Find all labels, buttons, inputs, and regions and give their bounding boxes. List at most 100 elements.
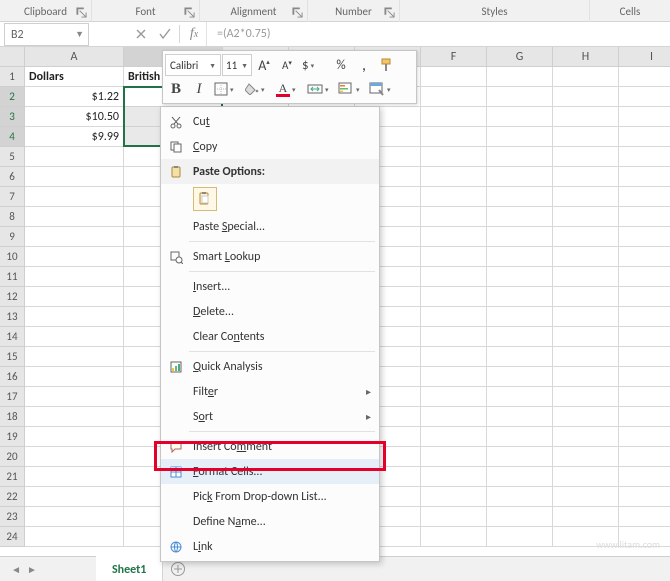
cell-A20[interactable]: [25, 447, 124, 467]
row-header[interactable]: 3: [0, 107, 25, 127]
dialog-launcher-icon[interactable]: [384, 7, 397, 20]
dialog-launcher-icon[interactable]: [292, 7, 305, 20]
row-header[interactable]: 4: [0, 127, 25, 147]
cell-H6[interactable]: [553, 167, 619, 187]
cell-A21[interactable]: [25, 467, 124, 487]
cell-H18[interactable]: [553, 407, 619, 427]
cell-H1[interactable]: [553, 67, 619, 87]
cell-I6[interactable]: [619, 167, 670, 187]
row-header[interactable]: 22: [0, 487, 25, 507]
cell-A18[interactable]: [25, 407, 124, 427]
cell-H3[interactable]: [553, 107, 619, 127]
cell-G15[interactable]: [487, 347, 553, 367]
cancel-formula-button[interactable]: [129, 22, 153, 46]
cell-G6[interactable]: [487, 167, 553, 187]
accounting-format-button[interactable]: $▾: [299, 54, 329, 76]
cell-A1[interactable]: Dollars: [25, 67, 124, 87]
row-header[interactable]: 21: [0, 467, 25, 487]
cell-H13[interactable]: [553, 307, 619, 327]
menu-item-format-cells[interactable]: Format Cells...: [161, 459, 379, 484]
font-color-button[interactable]: A ▾: [273, 78, 303, 100]
cell-F14[interactable]: [421, 327, 487, 347]
cell-F13[interactable]: [421, 307, 487, 327]
cell-F19[interactable]: [421, 427, 487, 447]
menu-item-link[interactable]: Link: [161, 534, 379, 559]
cell-A10[interactable]: [25, 247, 124, 267]
cell-A6[interactable]: [25, 167, 124, 187]
menu-item-insert-comment[interactable]: Insert Comment: [161, 434, 379, 459]
cell-I22[interactable]: [619, 487, 670, 507]
percent-format-button[interactable]: %: [330, 54, 352, 76]
cell-I19[interactable]: [619, 427, 670, 447]
cell-F11[interactable]: [421, 267, 487, 287]
row-header[interactable]: 24: [0, 527, 25, 547]
cell-G23[interactable]: [487, 507, 553, 527]
cell-A23[interactable]: [25, 507, 124, 527]
cell-F10[interactable]: [421, 247, 487, 267]
cell-I16[interactable]: [619, 367, 670, 387]
cell-G7[interactable]: [487, 187, 553, 207]
cell-A19[interactable]: [25, 427, 124, 447]
cell-A13[interactable]: [25, 307, 124, 327]
cell-I12[interactable]: [619, 287, 670, 307]
cell-A3[interactable]: $10.50: [25, 107, 124, 127]
cell-A12[interactable]: [25, 287, 124, 307]
cell-F6[interactable]: [421, 167, 487, 187]
cell-I1[interactable]: [619, 67, 670, 87]
cell-A24[interactable]: [25, 527, 124, 547]
italic-button[interactable]: I: [188, 78, 210, 100]
cell-G16[interactable]: [487, 367, 553, 387]
cell-I7[interactable]: [619, 187, 670, 207]
cell-I9[interactable]: [619, 227, 670, 247]
cell-G13[interactable]: [487, 307, 553, 327]
increase-font-button[interactable]: A▴: [253, 54, 275, 76]
cell-I18[interactable]: [619, 407, 670, 427]
cell-I3[interactable]: [619, 107, 670, 127]
cell-A16[interactable]: [25, 367, 124, 387]
cell-H21[interactable]: [553, 467, 619, 487]
cell-H5[interactable]: [553, 147, 619, 167]
conditional-formatting-button[interactable]: ▾: [335, 78, 365, 100]
bold-button[interactable]: B: [165, 78, 187, 100]
new-sheet-button[interactable]: [163, 561, 193, 577]
decrease-font-button[interactable]: A▾: [276, 54, 298, 76]
sheet-tab-active[interactable]: Sheet1: [96, 556, 163, 581]
row-header[interactable]: 6: [0, 167, 25, 187]
cell-H14[interactable]: [553, 327, 619, 347]
row-header[interactable]: 18: [0, 407, 25, 427]
row-header[interactable]: 14: [0, 327, 25, 347]
format-painter-button[interactable]: [376, 54, 398, 76]
cell-F1[interactable]: [421, 67, 487, 87]
comma-format-button[interactable]: ,: [353, 54, 375, 76]
row-header[interactable]: 20: [0, 447, 25, 467]
chevron-down-icon[interactable]: ▼: [75, 29, 84, 40]
row-header[interactable]: 5: [0, 147, 25, 167]
column-header[interactable]: F: [421, 47, 487, 67]
menu-item-clear-contents[interactable]: Clear Contents: [161, 324, 379, 349]
cell-G8[interactable]: [487, 207, 553, 227]
column-header[interactable]: H: [553, 47, 619, 67]
cell-G22[interactable]: [487, 487, 553, 507]
cell-F9[interactable]: [421, 227, 487, 247]
row-header[interactable]: 23: [0, 507, 25, 527]
cell-H7[interactable]: [553, 187, 619, 207]
menu-item-copy[interactable]: Copy: [161, 134, 379, 159]
insert-function-button[interactable]: fx: [182, 22, 206, 46]
cell-A9[interactable]: [25, 227, 124, 247]
menu-item-insert[interactable]: Insert...: [161, 274, 379, 299]
cell-H19[interactable]: [553, 427, 619, 447]
name-box[interactable]: B2 ▼: [4, 23, 89, 46]
paste-option-default[interactable]: [193, 187, 217, 211]
font-name-combo[interactable]: Calibri ▼: [165, 54, 221, 76]
cell-H4[interactable]: [553, 127, 619, 147]
row-header[interactable]: 7: [0, 187, 25, 207]
cell-F22[interactable]: [421, 487, 487, 507]
formula-bar[interactable]: =(A2*0.75): [206, 22, 670, 46]
cell-A2[interactable]: $1.22: [25, 87, 124, 107]
cell-I23[interactable]: [619, 507, 670, 527]
cell-G2[interactable]: [487, 87, 553, 107]
cell-F2[interactable]: [421, 87, 487, 107]
cell-A17[interactable]: [25, 387, 124, 407]
cell-styles-button[interactable]: ▾: [366, 78, 396, 100]
cell-I14[interactable]: [619, 327, 670, 347]
